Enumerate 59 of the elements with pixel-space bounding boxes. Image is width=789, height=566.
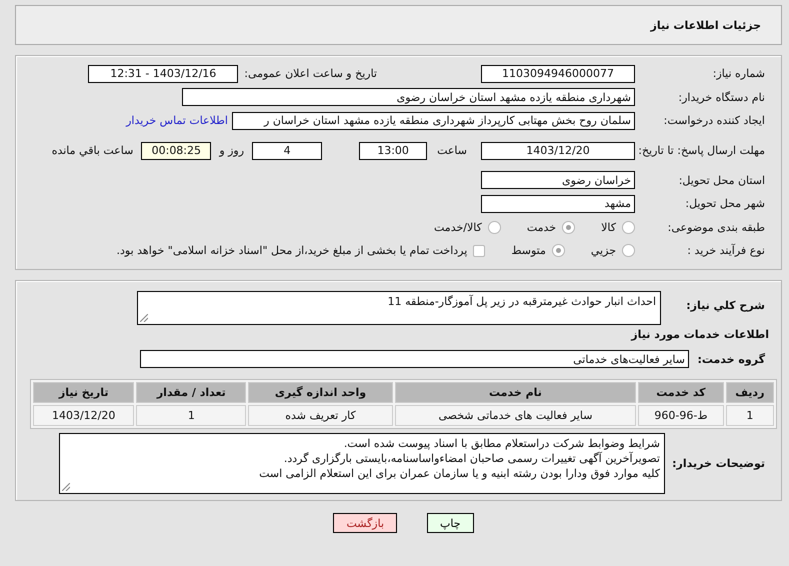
- radio-label: کالا/خدمت: [434, 220, 482, 234]
- resize-grip-icon[interactable]: [140, 314, 148, 322]
- radio-button[interactable]: [552, 244, 565, 258]
- buyer-contact-link[interactable]: اطلاعات تماس خریدار: [126, 114, 228, 128]
- column-header: واحد اندازه گیری: [248, 382, 393, 403]
- column-header: تعداد / مقدار: [136, 382, 246, 403]
- field-label: استان محل تحویل:: [678, 174, 766, 187]
- radio-button[interactable]: [562, 220, 576, 234]
- field-label: طبقه بندی موضوعی:: [666, 220, 766, 234]
- remaining-label: ساعت باقي مانده: [52, 144, 134, 157]
- radio-label: خدمت: [526, 220, 556, 234]
- notes-textarea[interactable]: شرایط وضوابط شرکت دراستعلام مطابق با اسناد پیوست شده است. تصویرآخرین آگهی تغییرات رسمی صاحبان امضاءواساسنامه،بایستی بارگزاری گردد. کلیه موارد فوق ودارا بودن رشته ابنیه و یا سازمان عمران برای این استعلام الزامی است: [59, 433, 665, 494]
- column-header: نام خدمت: [394, 382, 636, 403]
- resize-grip-icon[interactable]: [62, 483, 70, 491]
- text-field[interactable]: شهرداری منطقه یازده مشهد استان خراسان رضوی: [182, 88, 635, 106]
- radio-button[interactable]: [622, 244, 635, 258]
- table-cell: کار تعریف شده: [248, 405, 393, 426]
- column-header: ردیف: [726, 382, 774, 403]
- back-button[interactable]: بازگشت: [333, 513, 398, 533]
- field-label: شهر محل تحویل:: [684, 197, 766, 210]
- text-field[interactable]: سایر فعالیت‌های خدماتی: [140, 350, 689, 368]
- text-field[interactable]: خراسان رضوی: [481, 171, 635, 190]
- checkbox-label: پرداخت تمام یا بخشی از مبلغ خرید،از محل "اسناد خزانه اسلامی" خواهد بود.: [116, 244, 468, 258]
- text-field[interactable]: مشهد: [481, 194, 635, 213]
- field-label: توضیحات خریدار:: [671, 457, 766, 470]
- page-title: جزئیات اطلاعات نیاز: [650, 18, 761, 32]
- radio-label: متوسط: [511, 244, 546, 258]
- field-label: شرح کلي نیاز:: [685, 298, 766, 312]
- section-title: اطلاعات خدمات مورد نیاز: [630, 326, 770, 343]
- radio-label: جزیي: [590, 244, 616, 258]
- field-label: شماره نیاز:: [712, 67, 766, 80]
- text-field[interactable]: 1403/12/16 - 12:31: [88, 64, 238, 83]
- text-field[interactable]: 1103094946000077: [481, 64, 635, 83]
- table-cell: 1403/12/20: [33, 405, 134, 426]
- column-header: کد خدمت: [638, 382, 724, 403]
- column-header: تاریخ نیاز: [33, 382, 134, 403]
- time-label: ساعت: [437, 144, 467, 157]
- date-field[interactable]: 1403/12/20: [481, 142, 635, 160]
- field-label: گروه خدمت:: [696, 352, 766, 366]
- radio-label: کالا: [601, 220, 616, 234]
- field-label: مهلت ارسال پاسخ: تا تاریخ:: [637, 143, 766, 158]
- field-label: ایجاد کننده درخواست:: [662, 114, 766, 128]
- radio-button[interactable]: [488, 220, 501, 234]
- table-cell: 1: [136, 405, 246, 426]
- remaining-time-field: 00:08:25: [141, 142, 212, 160]
- table-cell: سایر فعالیت های خدماتی شخصی: [394, 405, 636, 426]
- text-field[interactable]: سلمان روح بخش مهتابی کارپرداز شهرداری منطقه یازده مشهد استان خراسان ر: [232, 112, 635, 130]
- print-button[interactable]: چاپ: [427, 513, 474, 533]
- table-cell: 1: [726, 405, 774, 426]
- table-cell: ط-96-960: [638, 405, 724, 426]
- days-field[interactable]: 4: [252, 142, 322, 160]
- field-label: نام دستگاه خریدار:: [677, 90, 766, 104]
- field-label: نوع فرآیند خرید :: [686, 244, 766, 258]
- days-label: روز و: [219, 144, 244, 157]
- summary-textarea[interactable]: احداث انبار حوادث غیرمترقبه در زیر پل آموزگار-منطقه 11: [137, 290, 661, 324]
- time-field[interactable]: 13:00: [359, 142, 428, 160]
- radio-button[interactable]: [622, 220, 635, 234]
- checkbox[interactable]: [473, 244, 486, 257]
- field-label: تاریخ و ساعت اعلان عمومی:: [244, 67, 377, 80]
